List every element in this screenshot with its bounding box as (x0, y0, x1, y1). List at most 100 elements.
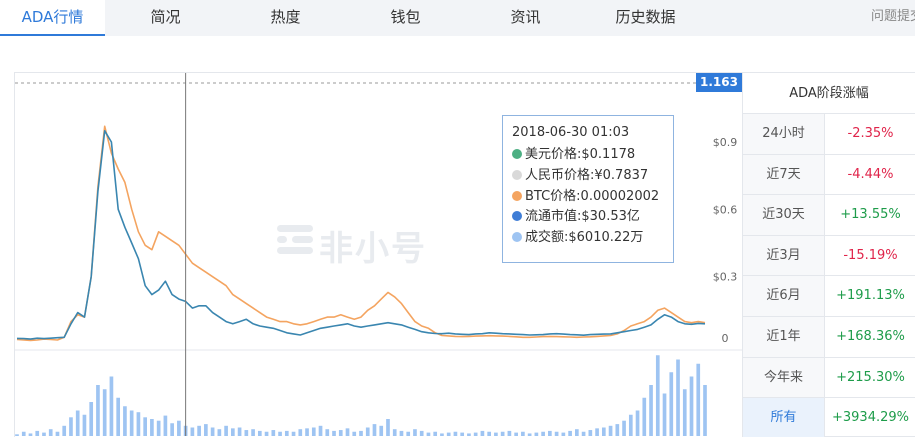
tooltip-btc-price: BTC价格:0.00002002 (512, 187, 673, 208)
volume-bar (453, 431, 458, 436)
stage-value: -2.35% (847, 126, 894, 141)
stage-row-30d[interactable]: 近30天 +13.55% (743, 195, 915, 236)
volume-bar (534, 432, 539, 436)
stage-row-3m[interactable]: 近3月 -15.19% (743, 235, 915, 277)
tab-popularity[interactable]: 热度 (238, 0, 333, 36)
volume-bar (231, 428, 235, 436)
volume-bar (548, 430, 552, 436)
volume-bar (446, 432, 451, 436)
stage-row-7d[interactable]: 近7天 -4.44% (743, 154, 915, 196)
volume-bar (379, 425, 384, 436)
volume-bar (21, 431, 26, 436)
volume-bar (69, 417, 73, 436)
volume-bar (568, 430, 572, 436)
volume-bar (473, 432, 478, 436)
tooltip-volume: 成交额:$6010.22万 (512, 228, 673, 249)
volume-bar (62, 425, 67, 436)
volume-bar (682, 389, 687, 436)
price-chart[interactable]: $0.9 $0.6 $0.3 0 非小号 1.163 2018-06-30 01:03… (14, 72, 743, 437)
volume-bar (298, 429, 303, 436)
stage-label: 近7天 (743, 154, 825, 195)
volume-bar (662, 393, 667, 436)
y-tick-label: $0.6 (713, 203, 738, 216)
volume-bar (352, 431, 357, 436)
stage-value: +3934.29% (831, 410, 909, 426)
volume-bar (628, 414, 633, 436)
feedback-link[interactable]: 问题提交 (871, 0, 915, 36)
stage-row-ytd[interactable]: 今年来 +215.30% (743, 357, 915, 399)
volume-bar (467, 433, 471, 436)
volume-bar (278, 431, 282, 436)
volume-bar (136, 412, 141, 436)
tab-news[interactable]: 资讯 (478, 0, 573, 36)
volume-bar (35, 430, 40, 436)
volume-bar (588, 430, 593, 436)
volume-bar (251, 429, 255, 436)
marketcap-dot-icon (512, 211, 522, 222)
volume-bar (487, 431, 491, 436)
volume-bar (177, 420, 181, 436)
volume-bar (325, 429, 330, 436)
volume-bar (89, 402, 94, 436)
volume-bar (75, 410, 80, 436)
volume-bar (689, 376, 694, 436)
volume-bar (284, 430, 289, 436)
volume-bar (507, 430, 512, 436)
stage-label: 近30天 (743, 195, 825, 235)
volume-bar (615, 424, 620, 436)
current-price-badge: 1.163 (696, 73, 742, 92)
volume-bar (318, 425, 323, 436)
stage-change-title: ADA阶段涨幅 (743, 73, 915, 114)
tab-ada-market[interactable]: ADA行情 (0, 0, 105, 36)
watermark-logo-icon (277, 225, 313, 254)
stage-label: 24小时 (743, 114, 825, 154)
volume-bar (426, 432, 431, 436)
stage-label: 所有 (743, 398, 825, 437)
volume-bar (210, 427, 215, 436)
volume-bar (109, 376, 114, 436)
stage-value: -4.44% (847, 166, 894, 182)
volume-bar (305, 428, 309, 436)
tab-overview[interactable]: 简况 (118, 0, 213, 36)
volume-bar (102, 389, 107, 436)
volume-bar (82, 414, 87, 436)
volume-bar (413, 429, 417, 436)
volume-bar (271, 430, 276, 436)
stage-row-1y[interactable]: 近1年 +168.36% (743, 316, 915, 358)
chart-tooltip: 2018-06-30 01:03 美元价格:$0.1178 人民币价格:¥0.7… (502, 115, 674, 263)
volume-bar (15, 434, 19, 436)
watermark-text: 非小号 (319, 229, 427, 269)
volume-bar (204, 424, 208, 436)
volume-bar (494, 432, 498, 436)
volume-bar (541, 431, 545, 436)
tooltip-usd-price: 美元价格:$0.1178 (512, 145, 673, 166)
volume-bar (123, 406, 127, 436)
volume-bar (575, 429, 579, 436)
volume-bar (521, 431, 525, 436)
tab-history[interactable]: 历史数据 (598, 0, 693, 36)
volume-bar (156, 420, 161, 436)
volume-bar (703, 385, 707, 436)
volume-bar (217, 429, 222, 436)
volume-bar (649, 385, 653, 436)
volume-bar (244, 430, 249, 436)
stage-value: +215.30% (836, 369, 905, 385)
stage-row-24h[interactable]: 24小时 -2.35% (743, 114, 915, 155)
y-tick-label: $0.3 (713, 271, 738, 284)
tab-wallet[interactable]: 钱包 (358, 0, 453, 36)
volume-bar (514, 432, 518, 436)
usd-dot-icon (512, 149, 522, 159)
volume-bar (96, 385, 100, 436)
volume-bar (595, 428, 599, 436)
volume-bar (581, 431, 586, 436)
stage-value: -15.19% (843, 247, 898, 263)
volume-bar (257, 430, 262, 436)
volume-bar (55, 431, 60, 436)
volume-bar (197, 425, 201, 436)
volume-bar (433, 431, 438, 436)
volume-bar (601, 427, 606, 436)
stage-row-6m[interactable]: 近6月 +191.13% (743, 276, 915, 317)
volume-bar (500, 431, 505, 436)
volume-bar (150, 419, 154, 436)
stage-row-all[interactable]: 所有 +3934.29% (743, 398, 915, 437)
